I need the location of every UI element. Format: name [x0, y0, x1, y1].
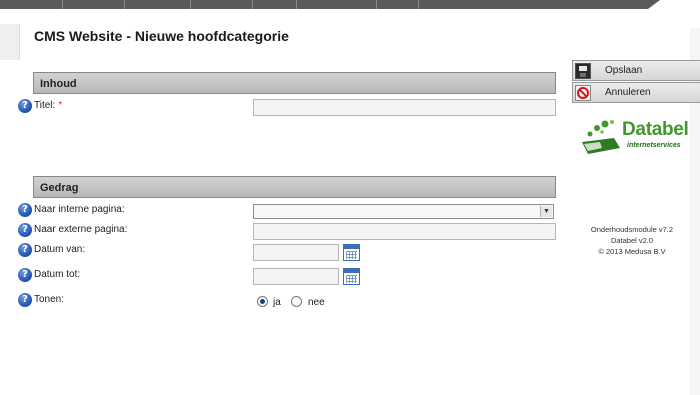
nav-bar-end: [648, 0, 660, 9]
datum-van-label: Datum van:: [34, 244, 86, 255]
titel-label: Titel: *: [34, 100, 62, 111]
logo-tagline: internetservices: [627, 142, 681, 149]
app-version: Databel v2.0: [610, 236, 654, 245]
cancel-circle-icon: [575, 85, 591, 101]
cancel-circle-glyph: [577, 87, 589, 99]
tonen-label: Tonen:: [34, 294, 65, 305]
help-icon[interactable]: ?: [18, 268, 32, 282]
nav-tab-separator: [376, 0, 377, 9]
databel-logo: Databel internetservices: [580, 118, 690, 156]
naar-externe-pagina-label: Naar externe pagina:: [34, 224, 128, 235]
top-navigation-bar: [0, 0, 700, 9]
required-marker: *: [58, 100, 63, 111]
nav-tab-separator: [124, 0, 125, 9]
naar-externe-pagina-input[interactable]: [253, 223, 556, 240]
naar-interne-pagina-select[interactable]: ▼: [253, 204, 554, 219]
tonen-nee-radio[interactable]: [291, 296, 302, 307]
help-icon[interactable]: ?: [18, 99, 32, 113]
datum-tot-input[interactable]: [253, 268, 339, 285]
naar-interne-pagina-label: Naar interne pagina:: [34, 204, 125, 215]
copyright: © 2013 Medusa B.V: [598, 247, 666, 256]
floppy-disk-label-area: [579, 66, 587, 71]
calendar-icon-grid: [346, 275, 357, 283]
nav-tab-separator: [296, 0, 297, 9]
tonen-ja-radio[interactable]: [257, 296, 268, 307]
datum-tot-label: Datum tot:: [34, 269, 81, 280]
floppy-disk-shutter: [580, 73, 586, 77]
help-icon[interactable]: ?: [18, 203, 32, 217]
tonen-ja-label: ja: [273, 297, 281, 308]
section-header-gedrag: Gedrag: [33, 176, 556, 198]
nav-tab-separator: [190, 0, 191, 9]
section-header-inhoud: Inhoud: [33, 72, 556, 94]
chevron-down-icon[interactable]: ▼: [540, 206, 552, 217]
nav-bar-gap: [660, 0, 700, 9]
calendar-icon[interactable]: [343, 244, 360, 261]
tonen-nee-label: nee: [308, 297, 325, 308]
module-version: Onderhoudsmodule v7.2: [590, 225, 674, 234]
databel-logo-mark: [582, 120, 620, 154]
help-icon[interactable]: ?: [18, 293, 32, 307]
titel-label-text: Titel:: [34, 100, 56, 111]
cancel-button[interactable]: Annuleren: [572, 82, 700, 103]
page-title: CMS Website - Nieuwe hoofdcategorie: [34, 28, 289, 44]
save-button-label: Opslaan: [605, 65, 643, 76]
nav-tab-separator: [62, 0, 63, 9]
floppy-disk-icon: [575, 63, 591, 79]
help-icon[interactable]: ?: [18, 223, 32, 237]
nav-tab-separator: [252, 0, 253, 9]
side-panel-tab[interactable]: [0, 24, 20, 60]
calendar-icon-header: [344, 245, 359, 249]
save-button[interactable]: Opslaan: [572, 60, 700, 81]
version-info: Onderhoudsmodule v7.2 Databel v2.0 © 201…: [584, 224, 680, 257]
logo-wordmark: Databel: [622, 119, 689, 140]
calendar-icon[interactable]: [343, 268, 360, 285]
calendar-icon-grid: [346, 251, 357, 259]
help-icon[interactable]: ?: [18, 243, 32, 257]
titel-input[interactable]: [253, 99, 556, 116]
nav-tab-separator: [418, 0, 419, 9]
cancel-button-label: Annuleren: [605, 87, 651, 98]
datum-van-input[interactable]: [253, 244, 339, 261]
calendar-icon-header: [344, 269, 359, 273]
